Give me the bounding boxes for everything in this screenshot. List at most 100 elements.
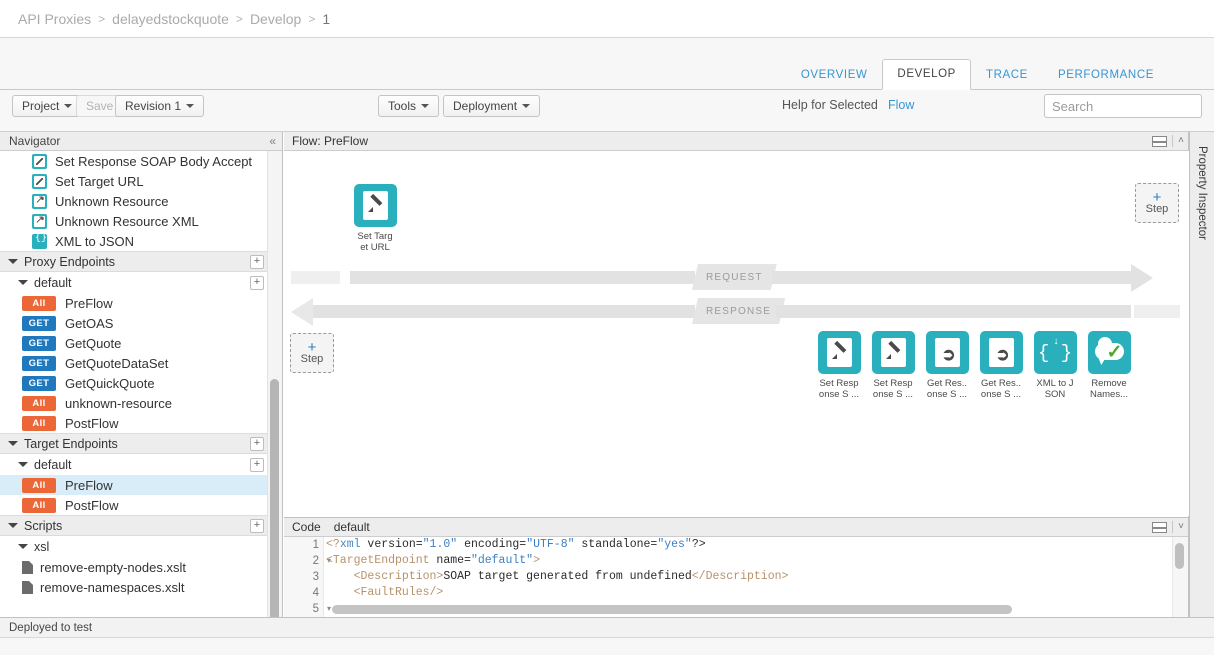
list-item[interactable]: XML to JSON [0,231,282,251]
flow-step-xml-to-json[interactable]: ↓{ } XML to J SON [1024,331,1086,400]
code-line: <?xml version="1.0" encoding="UTF-8" sta… [326,537,1188,553]
group-name: default [34,276,72,290]
response-lane-bar-right [776,305,1131,318]
navigator-group-proxy-default[interactable]: default + [0,272,282,293]
navigator-header: Navigator « [0,132,282,151]
revision-menu-button[interactable]: Revision 1 [115,95,204,117]
add-response-step-button[interactable]: + Step [290,333,334,373]
navigator-section-target-endpoints[interactable]: Target Endpoints + [0,433,282,454]
sidebar-item-getquotedataset[interactable]: GET GetQuoteDataSet [0,353,282,373]
chevron-down-icon [522,104,530,108]
breadcrumb-item-1[interactable]: delayedstockquote [112,11,229,27]
chevron-up-icon[interactable]: ˄ [1178,136,1184,146]
list-item[interactable]: Set Target URL [0,171,282,191]
add-flow-button[interactable]: + [250,276,264,290]
sidebar-item-remove-namespaces[interactable]: remove-namespaces.xslt [0,577,282,597]
breadcrumb-separator: > [236,12,243,26]
policy-label: Set Target URL [55,174,144,189]
triangle-down-icon [18,462,28,467]
sidebar-item-unknown-resource[interactable]: All unknown-resource [0,393,282,413]
extract-variables-icon [32,214,47,229]
add-step-label: Step [301,353,324,365]
tab-develop[interactable]: DEVELOP [882,59,971,90]
code-vertical-scrollbar[interactable] [1175,543,1184,569]
sidebar-item-getquickquote[interactable]: GET GetQuickQuote [0,373,282,393]
list-item[interactable]: Unknown Resource XML [0,211,282,231]
split-view-icon[interactable] [1152,522,1167,533]
code-editor[interactable]: 1 2▾ 3 4 5▾ <?xml version="1.0" encoding… [284,537,1188,617]
split-view-icon[interactable] [1152,136,1167,147]
tab-overview[interactable]: OVERVIEW [786,60,883,90]
flow-panel: Flow: PreFlow ˄ Set Targ et URL REQUEST [284,132,1189,517]
project-menu-button[interactable]: Project [12,95,82,117]
flow-step-get-response-2[interactable]: ➲ Get Res.. onse S ... [970,331,1032,400]
flow-canvas: Set Targ et URL REQUEST RESPONSE + Step … [284,151,1189,516]
policy-label: XML to JSON [55,234,134,249]
triangle-down-icon [18,544,28,549]
response-arrow-head-icon [291,298,313,326]
navigator-group-xsl[interactable]: xsl [0,536,282,557]
flow-label: GetQuote [65,336,121,351]
breadcrumb-item-2[interactable]: Develop [250,11,301,27]
flow-step-label: Set Resp onse S ... [862,378,924,400]
sidebar-item-postflow[interactable]: All PostFlow [0,413,282,433]
flow-label: PostFlow [65,498,118,513]
section-title: Target Endpoints [24,437,118,451]
verb-badge: GET [22,356,56,371]
add-proxy-endpoint-button[interactable]: + [250,255,264,269]
line-number: 2▾ [284,553,323,569]
verb-badge: GET [22,376,56,391]
sidebar-item-remove-empty-nodes[interactable]: remove-empty-nodes.xslt [0,557,282,577]
tools-menu-button[interactable]: Tools [378,95,439,117]
request-lane-bar-right [772,271,1131,284]
sidebar-item-preflow[interactable]: All PreFlow [0,293,282,313]
verb-badge: All [22,396,56,411]
navigator-group-target-default[interactable]: default + [0,454,282,475]
flow-step-set-response-soap-2[interactable]: Set Resp onse S ... [862,331,924,400]
sidebar-item-target-preflow[interactable]: All PreFlow [0,475,282,495]
tab-performance[interactable]: PERFORMANCE [1043,60,1169,90]
navigator-body: Set Response SOAP Body Accept Set Target… [0,151,282,617]
request-lane-label: REQUEST [692,264,777,290]
add-request-step-button[interactable]: + Step [1135,183,1179,223]
sidebar-item-getoas[interactable]: GET GetOAS [0,313,282,333]
flow-step-remove-namespaces[interactable]: ✓ Remove Names... [1078,331,1140,400]
file-icon [22,581,33,594]
code-horizontal-scrollbar[interactable] [332,605,1012,614]
add-script-button[interactable]: + [250,519,264,533]
code-line: <Description>SOAP target generated from … [326,569,1188,585]
sidebar-item-target-postflow[interactable]: All PostFlow [0,495,282,515]
section-title: Proxy Endpoints [24,255,115,269]
breadcrumb-separator: > [98,12,105,26]
navigator-section-proxy-endpoints[interactable]: Proxy Endpoints + [0,251,282,272]
add-target-endpoint-button[interactable]: + [250,437,264,451]
navigator-section-scripts[interactable]: Scripts + [0,515,282,536]
flow-step-get-response-1[interactable]: ➲ Get Res.. onse S ... [916,331,978,400]
search-input[interactable] [1044,94,1202,118]
chevron-down-icon[interactable]: ˅ [1178,522,1184,532]
list-item[interactable]: Set Response SOAP Body Accept [0,151,282,171]
revision-menu-label: Revision 1 [125,100,181,112]
flow-step-set-response-soap-1[interactable]: Set Resp onse S ... [808,331,870,400]
collapse-left-icon[interactable]: « [269,135,276,147]
deployment-menu-button[interactable]: Deployment [443,95,540,117]
flow-panel-header: Flow: PreFlow ˄ [284,132,1188,151]
tab-strip: OVERVIEW DEVELOP TRACE PERFORMANCE [0,38,1214,90]
flow-label: PreFlow [65,296,113,311]
list-item[interactable]: Unknown Resource [0,191,282,211]
request-arrow-head-icon [1131,264,1153,292]
breadcrumb-item-0[interactable]: API Proxies [18,11,91,27]
sidebar-item-getquote[interactable]: GET GetQuote [0,333,282,353]
chevron-down-icon [64,104,72,108]
add-flow-button[interactable]: + [250,458,264,472]
code-panel-controls: ˅ [1152,521,1184,533]
tab-trace[interactable]: TRACE [971,60,1043,90]
xsl-transform-icon: ✓ [1088,331,1131,374]
flow-label: GetQuoteDataSet [65,356,168,371]
xml-to-json-icon: ↓{ } [1034,331,1077,374]
help-flow-link[interactable]: Flow [888,98,914,112]
property-inspector-rail[interactable]: Property Inspector [1189,132,1214,617]
extract-variables-icon: ➲ [926,331,969,374]
navigator-scrollbar-thumb[interactable] [270,379,279,617]
flow-step-set-target-url[interactable]: Set Targ et URL [344,184,406,253]
